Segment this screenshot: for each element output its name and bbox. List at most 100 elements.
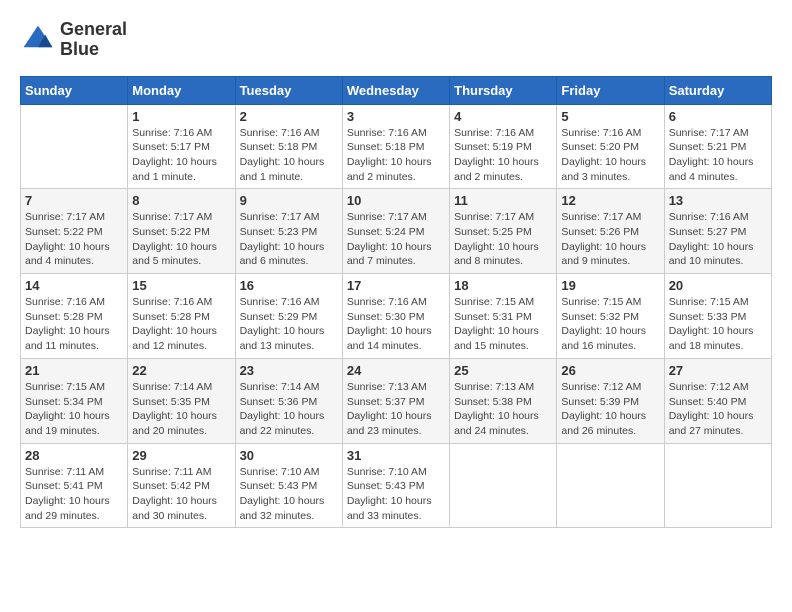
calendar-week-2: 7 Sunrise: 7:17 AM Sunset: 5:22 PM Daylig…: [21, 189, 772, 274]
col-header-tuesday: Tuesday: [235, 76, 342, 104]
calendar-cell: 4Sunrise: 7:16 AM Sunset: 5:19 PM Daylig…: [450, 104, 557, 189]
day-number: 9: [240, 193, 338, 208]
calendar-week-5: 28Sunrise: 7:11 AM Sunset: 5:41 PM Dayli…: [21, 443, 772, 528]
day-info: Sunrise: 7:17 AM Sunset: 5:26 PM Dayligh…: [561, 210, 659, 269]
calendar-week-1: 1 Sunrise: 7:16 AM Sunset: 5:17 PM Daylig…: [21, 104, 772, 189]
day-number: 3: [347, 109, 445, 124]
calendar-cell: 18Sunrise: 7:15 AM Sunset: 5:31 PM Dayli…: [450, 274, 557, 359]
day-number: 1: [132, 109, 230, 124]
col-header-wednesday: Wednesday: [342, 76, 449, 104]
calendar-cell: 27 Sunrise: 7:12 AM Sunset: 5:40 PM Dayli…: [664, 358, 771, 443]
day-info: Sunrise: 7:15 AM Sunset: 5:34 PM Dayligh…: [25, 380, 123, 439]
day-info: Sunrise: 7:10 AM Sunset: 5:43 PM Dayligh…: [347, 465, 445, 524]
day-info: Sunrise: 7:16 AM Sunset: 5:17 PM Dayligh…: [132, 126, 230, 185]
day-info: Sunrise: 7:11 AM Sunset: 5:42 PM Dayligh…: [132, 465, 230, 524]
day-number: 16: [240, 278, 338, 293]
day-number: 5: [561, 109, 659, 124]
day-info: Sunrise: 7:13 AM Sunset: 5:37 PM Dayligh…: [347, 380, 445, 439]
calendar-cell: 10 Sunrise: 7:17 AM Sunset: 5:24 PM Dayli…: [342, 189, 449, 274]
calendar-cell: 31 Sunrise: 7:10 AM Sunset: 5:43 PM Dayli…: [342, 443, 449, 528]
day-number: 29: [132, 448, 230, 463]
day-number: 11: [454, 193, 552, 208]
day-info: Sunrise: 7:12 AM Sunset: 5:39 PM Dayligh…: [561, 380, 659, 439]
day-info: Sunrise: 7:16 AM Sunset: 5:28 PM Dayligh…: [132, 295, 230, 354]
day-info: Sunrise: 7:16 AM Sunset: 5:18 PM Dayligh…: [240, 126, 338, 185]
day-number: 8: [132, 193, 230, 208]
day-info: Sunrise: 7:12 AM Sunset: 5:40 PM Dayligh…: [669, 380, 767, 439]
day-info: Sunrise: 7:16 AM Sunset: 5:20 PM Dayligh…: [561, 126, 659, 185]
day-number: 30: [240, 448, 338, 463]
calendar-cell: 1 Sunrise: 7:16 AM Sunset: 5:17 PM Daylig…: [128, 104, 235, 189]
calendar-cell: 9Sunrise: 7:17 AM Sunset: 5:23 PM Daylig…: [235, 189, 342, 274]
calendar-cell: 22 Sunrise: 7:14 AM Sunset: 5:35 PM Dayli…: [128, 358, 235, 443]
calendar-cell: 6 Sunrise: 7:17 AM Sunset: 5:21 PM Daylig…: [664, 104, 771, 189]
calendar-cell: 20 Sunrise: 7:15 AM Sunset: 5:33 PM Dayli…: [664, 274, 771, 359]
calendar-cell: 25 Sunrise: 7:13 AM Sunset: 5:38 PM Dayli…: [450, 358, 557, 443]
calendar-cell: 3Sunrise: 7:16 AM Sunset: 5:18 PM Daylig…: [342, 104, 449, 189]
day-info: Sunrise: 7:17 AM Sunset: 5:25 PM Dayligh…: [454, 210, 552, 269]
day-info: Sunrise: 7:15 AM Sunset: 5:33 PM Dayligh…: [669, 295, 767, 354]
calendar-cell: [557, 443, 664, 528]
day-number: 26: [561, 363, 659, 378]
calendar-cell: 29 Sunrise: 7:11 AM Sunset: 5:42 PM Dayli…: [128, 443, 235, 528]
calendar-week-4: 21 Sunrise: 7:15 AM Sunset: 5:34 PM Dayli…: [21, 358, 772, 443]
day-number: 7: [25, 193, 123, 208]
calendar-cell: 5 Sunrise: 7:16 AM Sunset: 5:20 PM Daylig…: [557, 104, 664, 189]
calendar-table: SundayMondayTuesdayWednesdayThursdayFrid…: [20, 76, 772, 529]
day-number: 10: [347, 193, 445, 208]
day-info: Sunrise: 7:14 AM Sunset: 5:36 PM Dayligh…: [240, 380, 338, 439]
calendar-cell: 28Sunrise: 7:11 AM Sunset: 5:41 PM Dayli…: [21, 443, 128, 528]
day-info: Sunrise: 7:16 AM Sunset: 5:30 PM Dayligh…: [347, 295, 445, 354]
day-number: 27: [669, 363, 767, 378]
calendar-header-row: SundayMondayTuesdayWednesdayThursdayFrid…: [21, 76, 772, 104]
calendar-cell: [664, 443, 771, 528]
calendar-cell: 8 Sunrise: 7:17 AM Sunset: 5:22 PM Daylig…: [128, 189, 235, 274]
day-info: Sunrise: 7:10 AM Sunset: 5:43 PM Dayligh…: [240, 465, 338, 524]
calendar-cell: 23 Sunrise: 7:14 AM Sunset: 5:36 PM Dayli…: [235, 358, 342, 443]
calendar-cell: [450, 443, 557, 528]
day-info: Sunrise: 7:17 AM Sunset: 5:24 PM Dayligh…: [347, 210, 445, 269]
calendar-cell: 26 Sunrise: 7:12 AM Sunset: 5:39 PM Dayli…: [557, 358, 664, 443]
col-header-monday: Monday: [128, 76, 235, 104]
col-header-saturday: Saturday: [664, 76, 771, 104]
calendar-cell: 21 Sunrise: 7:15 AM Sunset: 5:34 PM Dayli…: [21, 358, 128, 443]
calendar-cell: 15 Sunrise: 7:16 AM Sunset: 5:28 PM Dayli…: [128, 274, 235, 359]
day-number: 23: [240, 363, 338, 378]
col-header-sunday: Sunday: [21, 76, 128, 104]
page-header: GeneralBlue: [20, 20, 772, 60]
logo: GeneralBlue: [20, 20, 127, 60]
day-number: 13: [669, 193, 767, 208]
calendar-cell: 19Sunrise: 7:15 AM Sunset: 5:32 PM Dayli…: [557, 274, 664, 359]
day-number: 6: [669, 109, 767, 124]
day-info: Sunrise: 7:17 AM Sunset: 5:21 PM Dayligh…: [669, 126, 767, 185]
day-info: Sunrise: 7:16 AM Sunset: 5:28 PM Dayligh…: [25, 295, 123, 354]
calendar-cell: 2 Sunrise: 7:16 AM Sunset: 5:18 PM Daylig…: [235, 104, 342, 189]
day-number: 20: [669, 278, 767, 293]
day-info: Sunrise: 7:13 AM Sunset: 5:38 PM Dayligh…: [454, 380, 552, 439]
day-info: Sunrise: 7:16 AM Sunset: 5:19 PM Dayligh…: [454, 126, 552, 185]
calendar-cell: [21, 104, 128, 189]
day-info: Sunrise: 7:16 AM Sunset: 5:27 PM Dayligh…: [669, 210, 767, 269]
calendar-cell: 30 Sunrise: 7:10 AM Sunset: 5:43 PM Dayli…: [235, 443, 342, 528]
calendar-cell: 12 Sunrise: 7:17 AM Sunset: 5:26 PM Dayli…: [557, 189, 664, 274]
calendar-body: 1 Sunrise: 7:16 AM Sunset: 5:17 PM Daylig…: [21, 104, 772, 528]
calendar-cell: 7Sunrise: 7:17 AM Sunset: 5:22 PM Daylig…: [21, 189, 128, 274]
day-info: Sunrise: 7:14 AM Sunset: 5:35 PM Dayligh…: [132, 380, 230, 439]
calendar-cell: 13 Sunrise: 7:16 AM Sunset: 5:27 PM Dayli…: [664, 189, 771, 274]
calendar-cell: 16 Sunrise: 7:16 AM Sunset: 5:29 PM Dayli…: [235, 274, 342, 359]
day-info: Sunrise: 7:16 AM Sunset: 5:29 PM Dayligh…: [240, 295, 338, 354]
col-header-thursday: Thursday: [450, 76, 557, 104]
day-number: 24: [347, 363, 445, 378]
day-number: 25: [454, 363, 552, 378]
calendar-cell: 17Sunrise: 7:16 AM Sunset: 5:30 PM Dayli…: [342, 274, 449, 359]
day-info: Sunrise: 7:17 AM Sunset: 5:22 PM Dayligh…: [132, 210, 230, 269]
day-number: 22: [132, 363, 230, 378]
day-number: 2: [240, 109, 338, 124]
day-info: Sunrise: 7:15 AM Sunset: 5:32 PM Dayligh…: [561, 295, 659, 354]
day-info: Sunrise: 7:11 AM Sunset: 5:41 PM Dayligh…: [25, 465, 123, 524]
day-number: 12: [561, 193, 659, 208]
col-header-friday: Friday: [557, 76, 664, 104]
day-number: 31: [347, 448, 445, 463]
day-number: 15: [132, 278, 230, 293]
day-number: 21: [25, 363, 123, 378]
